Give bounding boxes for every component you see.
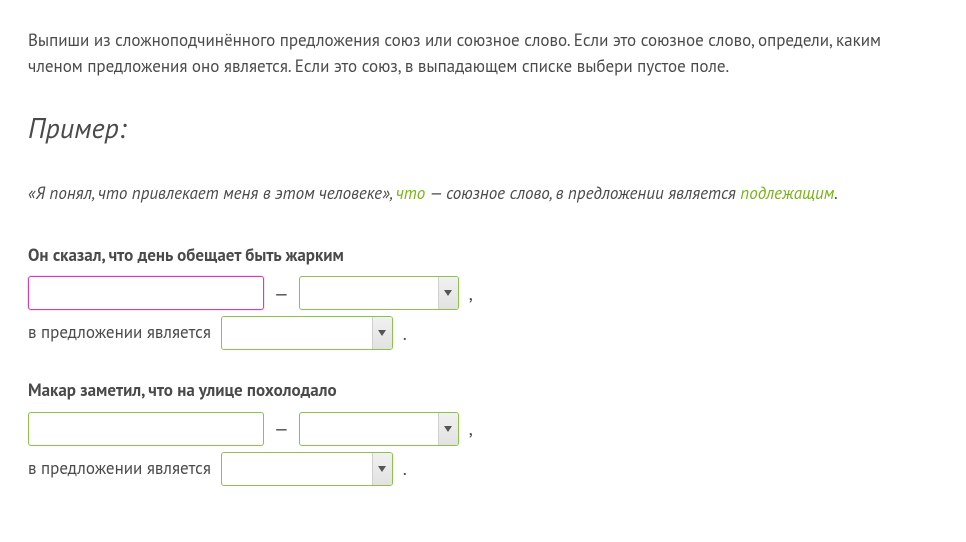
example-prefix: «Я понял, что привлекает меня в этом чел… bbox=[28, 182, 396, 204]
task-row-2: в предложении является . bbox=[28, 452, 938, 486]
example-suffix: . bbox=[834, 182, 838, 204]
task-sentence: Макар заметил, что на улице похолодало bbox=[28, 378, 938, 404]
task-block: Макар заметил, что на улице похолодало —… bbox=[28, 378, 938, 486]
type-select[interactable] bbox=[299, 412, 459, 446]
example-mid: — союзное слово, в предложении является bbox=[425, 182, 740, 204]
type-select-wrap bbox=[299, 412, 459, 446]
period: . bbox=[403, 320, 407, 347]
role-select[interactable] bbox=[221, 316, 393, 350]
type-select-wrap bbox=[299, 276, 459, 310]
example-role: подлежащим bbox=[740, 182, 834, 204]
example-heading: Пример: bbox=[28, 107, 938, 149]
dash-separator: — bbox=[274, 415, 289, 442]
task-sentence: Он сказал, что день обещает быть жарким bbox=[28, 243, 938, 269]
role-prefix-label: в предложении является bbox=[28, 320, 211, 346]
example-answer-word: что bbox=[396, 182, 425, 204]
task-block: Он сказал, что день обещает быть жарким … bbox=[28, 243, 938, 351]
role-select-wrap bbox=[221, 316, 393, 350]
dash-separator: — bbox=[274, 280, 289, 307]
answer-input[interactable] bbox=[28, 412, 264, 446]
type-select[interactable] bbox=[299, 276, 459, 310]
task-row-2: в предложении является . bbox=[28, 316, 938, 350]
answer-input[interactable] bbox=[28, 276, 264, 310]
comma: , bbox=[469, 415, 473, 442]
instruction-text: Выпиши из сложноподчинённого предложения… bbox=[28, 28, 938, 79]
comma: , bbox=[469, 280, 473, 307]
task-row-1: — , bbox=[28, 412, 938, 446]
role-select-wrap bbox=[221, 452, 393, 486]
example-block: «Я понял, что привлекает меня в этом чел… bbox=[28, 181, 938, 207]
task-row-1: — , bbox=[28, 276, 938, 310]
role-select[interactable] bbox=[221, 452, 393, 486]
period: . bbox=[403, 455, 407, 482]
role-prefix-label: в предложении является bbox=[28, 456, 211, 482]
